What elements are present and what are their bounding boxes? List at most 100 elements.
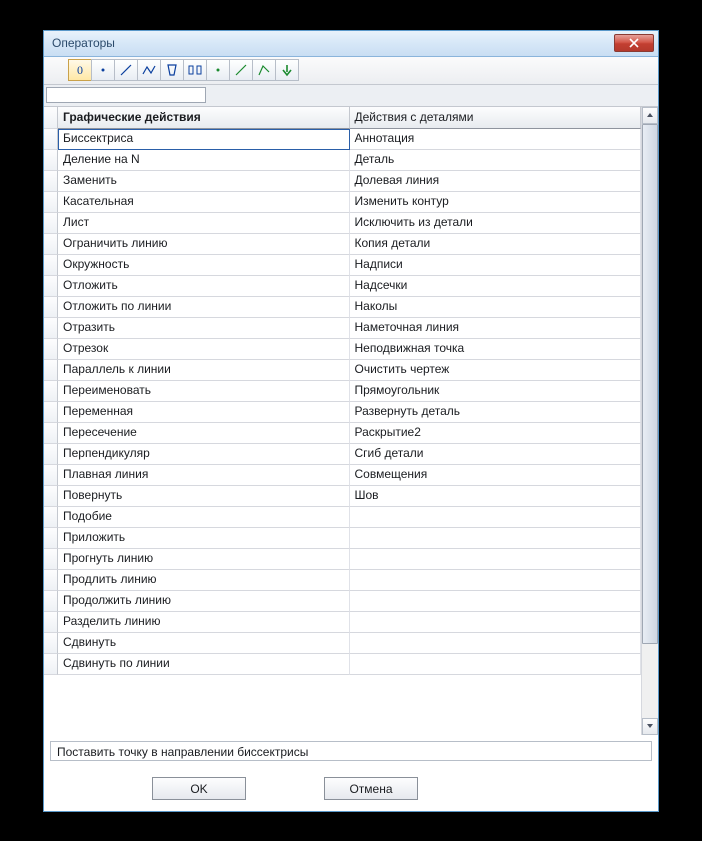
vertical-scrollbar[interactable] [641, 107, 658, 735]
tool-line-green[interactable] [229, 59, 253, 81]
status-text: Поставить точку в направлении биссектрис… [50, 741, 652, 761]
gutter-cell [44, 402, 58, 423]
grid-cell[interactable]: Аннотация [350, 129, 642, 150]
column-header[interactable]: Действия с деталями [350, 107, 642, 129]
grid-cell[interactable]: Прогнуть линию [58, 549, 350, 570]
grid-cell[interactable]: Перпендикуляр [58, 444, 350, 465]
gutter-cell [44, 213, 58, 234]
grid-cell[interactable] [350, 654, 642, 675]
split-icon [187, 62, 203, 78]
ok-button[interactable]: OK [152, 777, 246, 800]
tool-arrow-down[interactable] [275, 59, 299, 81]
grid-cell[interactable]: Сдвинуть по линии [58, 654, 350, 675]
tool-shape[interactable] [160, 59, 184, 81]
grid-cell[interactable] [350, 612, 642, 633]
line-icon [118, 62, 134, 78]
gutter-cell [44, 150, 58, 171]
grid-cell[interactable]: Изменить контур [350, 192, 642, 213]
search-input[interactable] [46, 87, 206, 103]
grid-cell[interactable]: Отрезок [58, 339, 350, 360]
grid-cell[interactable]: Копия детали [350, 234, 642, 255]
gutter-cell [44, 654, 58, 675]
status-area: Поставить точку в направлении биссектрис… [44, 735, 658, 767]
column-header[interactable]: Графические действия [58, 107, 350, 129]
grid-cell[interactable]: Продолжить линию [58, 591, 350, 612]
grid-cell[interactable]: Отразить [58, 318, 350, 339]
tool-zero[interactable]: 0 [68, 59, 92, 81]
grid-cell[interactable] [350, 528, 642, 549]
scroll-down-button[interactable] [642, 718, 658, 735]
gutter-cell [44, 381, 58, 402]
gutter-cell [44, 129, 58, 150]
gutter-cell [44, 633, 58, 654]
grid-cell[interactable]: Надписи [350, 255, 642, 276]
grid-cell[interactable] [350, 507, 642, 528]
grid-cell[interactable] [350, 570, 642, 591]
close-button[interactable] [614, 34, 654, 52]
grid-cell[interactable]: Надсечки [350, 276, 642, 297]
scroll-up-button[interactable] [642, 107, 658, 124]
grid-cell[interactable]: Касательная [58, 192, 350, 213]
gutter-header [44, 107, 58, 129]
tool-line[interactable] [114, 59, 138, 81]
toolbar: 0 [44, 57, 658, 85]
chevron-up-icon [646, 111, 654, 119]
grid-cell[interactable]: Отложить [58, 276, 350, 297]
grid-cell[interactable]: Переименовать [58, 381, 350, 402]
arrow-down-icon [279, 62, 295, 78]
titlebar: Операторы [44, 31, 658, 57]
grid-cell[interactable]: Подобие [58, 507, 350, 528]
gutter-cell [44, 297, 58, 318]
shape-icon [164, 62, 180, 78]
grid-cell[interactable]: Развернуть деталь [350, 402, 642, 423]
tool-point[interactable] [91, 59, 115, 81]
row-gutter [44, 107, 58, 735]
gutter-cell [44, 528, 58, 549]
grid-cell[interactable]: Шов [350, 486, 642, 507]
tool-polyline[interactable] [137, 59, 161, 81]
operators-grid: Графические действияБиссектрисаДеление н… [44, 107, 641, 735]
gutter-cell [44, 339, 58, 360]
tool-point-green[interactable] [206, 59, 230, 81]
dot-icon [95, 62, 111, 78]
grid-cell[interactable]: Плавная линия [58, 465, 350, 486]
grid-cell[interactable]: Разделить линию [58, 612, 350, 633]
grid-cell[interactable]: Пересечение [58, 423, 350, 444]
cancel-button[interactable]: Отмена [324, 777, 418, 800]
grid-cell[interactable]: Ограничить линию [58, 234, 350, 255]
grid-cell[interactable]: Биссектриса [58, 129, 350, 150]
grid-cell[interactable]: Отложить по линии [58, 297, 350, 318]
tool-angle-green[interactable] [252, 59, 276, 81]
gutter-cell [44, 465, 58, 486]
gutter-cell [44, 234, 58, 255]
grid-cell[interactable] [350, 633, 642, 654]
grid-cell[interactable]: Повернуть [58, 486, 350, 507]
grid-cell[interactable]: Параллель к линии [58, 360, 350, 381]
grid-cell[interactable]: Окружность [58, 255, 350, 276]
grid-cell[interactable]: Раскрытие2 [350, 423, 642, 444]
grid-cell[interactable]: Исключить из детали [350, 213, 642, 234]
grid-cell[interactable]: Очистить чертеж [350, 360, 642, 381]
tool-split[interactable] [183, 59, 207, 81]
scroll-thumb[interactable] [642, 124, 658, 644]
grid-cell[interactable]: Неподвижная точка [350, 339, 642, 360]
grid-cell[interactable] [350, 549, 642, 570]
grid-cell[interactable]: Долевая линия [350, 171, 642, 192]
grid-cell[interactable]: Наметочная линия [350, 318, 642, 339]
grid-cell[interactable]: Сгиб детали [350, 444, 642, 465]
grid-cell[interactable]: Сдвинуть [58, 633, 350, 654]
grid-cell[interactable]: Деление на N [58, 150, 350, 171]
grid-cell[interactable] [350, 591, 642, 612]
dot-green-icon [210, 62, 226, 78]
grid-cell[interactable]: Совмещения [350, 465, 642, 486]
zero-icon: 0 [72, 62, 88, 78]
grid-cell[interactable]: Заменить [58, 171, 350, 192]
grid-cell[interactable]: Деталь [350, 150, 642, 171]
grid-cell[interactable]: Переменная [58, 402, 350, 423]
grid-cell[interactable]: Наколы [350, 297, 642, 318]
grid-cell[interactable]: Приложить [58, 528, 350, 549]
content-area: Графические действияБиссектрисаДеление н… [44, 107, 658, 735]
grid-cell[interactable]: Лист [58, 213, 350, 234]
grid-cell[interactable]: Прямоугольник [350, 381, 642, 402]
grid-cell[interactable]: Продлить линию [58, 570, 350, 591]
